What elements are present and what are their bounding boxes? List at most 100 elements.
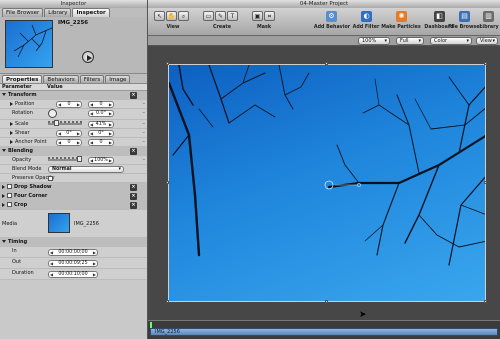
transform-handle-top-right[interactable] — [484, 62, 487, 65]
four-corner-checkbox[interactable] — [7, 193, 12, 198]
animation-menu-icon[interactable]: – — [143, 100, 146, 109]
shear-y-field[interactable]: ◀ 0° ▶ — [88, 130, 114, 137]
slider-knob[interactable] — [77, 156, 82, 162]
reset-icon[interactable]: × — [130, 193, 137, 200]
media-label: Media — [2, 221, 18, 227]
add-filter-icon[interactable]: ◐ — [361, 11, 372, 22]
parameter-column: Parameter — [2, 84, 32, 90]
anchor-y-field[interactable]: ◀ 0 ▶ — [88, 139, 114, 146]
add-behavior-icon[interactable]: ⚙ — [326, 11, 337, 22]
transform-handle-left[interactable] — [166, 181, 169, 184]
timing-group[interactable]: Timing — [0, 238, 147, 247]
view-options-select[interactable]: View — [476, 37, 498, 45]
tab-image[interactable]: Image — [105, 75, 131, 83]
position-y-field[interactable]: ◀ 0 ▶ — [88, 101, 114, 108]
animation-menu-icon[interactable]: – — [143, 138, 146, 147]
preserve-opacity-checkbox[interactable] — [48, 176, 53, 181]
disclosure-right-icon — [2, 202, 5, 207]
tab-behaviors[interactable]: Behaviors — [43, 75, 79, 83]
position-label: Position — [15, 101, 35, 107]
tab-filters[interactable]: Filters — [79, 75, 105, 83]
parameters-list: Transform × Position ◀ 0 ▶ ◀ 0 ▶ – Rotation … — [0, 91, 147, 280]
zoom-icon[interactable]: ⌕ — [178, 11, 189, 21]
transform-handle-top[interactable] — [325, 62, 328, 65]
out-timecode-field[interactable]: ◀ 00:00:09;25 ▶ — [48, 260, 98, 267]
four-corner-group[interactable]: Four Corner × — [0, 192, 147, 201]
disclosure-right-icon — [10, 101, 13, 106]
library-icon[interactable]: ▥ — [483, 11, 494, 22]
media-thumbnail[interactable] — [48, 213, 70, 233]
select-arrow-icon[interactable]: ↖ — [154, 11, 165, 21]
file-browser-button[interactable]: File Browser — [448, 25, 482, 30]
scale-field[interactable]: ◀ 41% ▶ — [88, 121, 114, 128]
dashboard-icon[interactable]: ◧ — [434, 11, 445, 22]
tab-library[interactable]: Library — [44, 8, 72, 17]
preview-area: IMG_2256 — [0, 17, 147, 74]
crop-group[interactable]: Crop × — [0, 201, 147, 210]
transform-handle-bottom-right[interactable] — [484, 300, 487, 303]
scale-slider[interactable] — [48, 120, 82, 126]
reset-icon[interactable]: × — [130, 202, 137, 209]
canvas-view-bar: 100% Full Color View — [148, 36, 500, 46]
play-button[interactable] — [82, 51, 94, 63]
animation-menu-icon[interactable]: – — [143, 129, 146, 138]
channel-select[interactable]: Color — [430, 37, 472, 45]
image-layer[interactable] — [168, 64, 486, 302]
shear-x-field[interactable]: ◀ 0° ▶ — [56, 130, 82, 137]
anchor-point-label: Anchor Point — [15, 139, 47, 145]
transform-group[interactable]: Transform × — [0, 91, 147, 100]
drop-shadow-group[interactable]: Drop Shadow × — [0, 183, 147, 192]
in-row: In ◀ 00:00:00;00 ▶ — [0, 247, 147, 258]
opacity-field[interactable]: ◀ 100% ▶ — [88, 157, 114, 164]
anchor-point-row: Anchor Point ◀ 0 ▶ ◀ 0 ▶ – — [0, 138, 147, 147]
timeline-clip-bar[interactable]: IMG_2256 — [150, 328, 498, 336]
view-tools-label: View — [166, 25, 180, 30]
preserve-opacity-row: Preserve Opacity — [0, 174, 147, 183]
mask-bezier-icon[interactable]: ⌗ — [264, 11, 275, 21]
crop-label: Crop — [14, 202, 28, 208]
animation-menu-icon[interactable]: – — [143, 156, 146, 165]
blend-mode-select[interactable]: Normal — [48, 166, 124, 173]
tab-properties[interactable]: Properties — [2, 75, 43, 83]
animation-menu-icon[interactable]: – — [143, 109, 146, 118]
reset-icon[interactable]: × — [130, 184, 137, 191]
canvas-stage[interactable] — [148, 46, 500, 320]
blending-group[interactable]: Blending × — [0, 147, 147, 156]
transform-handle-top-left[interactable] — [166, 62, 169, 65]
disclosure-right-icon — [2, 193, 5, 198]
bare-branches-image — [169, 65, 485, 266]
rotation-field[interactable]: ◀ 0.0° ▶ — [88, 110, 114, 117]
reset-icon[interactable]: × — [130, 148, 137, 155]
inspector-sub-tabs: Properties Behaviors Filters Image — [0, 74, 147, 84]
transform-handle-right[interactable] — [484, 181, 487, 184]
resolution-select[interactable]: Full — [396, 37, 424, 45]
reset-icon[interactable]: × — [130, 92, 137, 99]
tab-inspector[interactable]: Inspector — [72, 8, 110, 17]
transform-handle-bottom-left[interactable] — [166, 300, 169, 303]
create-tools-label: Create — [213, 25, 231, 30]
pan-hand-icon[interactable]: ✋ — [166, 11, 177, 21]
animation-menu-icon[interactable]: – — [143, 120, 146, 129]
anchor-x-field[interactable]: ◀ 0 ▶ — [56, 139, 82, 146]
in-timecode-field[interactable]: ◀ 00:00:00;00 ▶ — [48, 249, 98, 256]
rotation-label: Rotation — [12, 110, 33, 116]
media-row: Media IMG_2256 — [0, 210, 147, 238]
pen-icon[interactable]: ✎ — [215, 11, 226, 21]
make-particles-button[interactable]: Make Particles — [378, 25, 424, 30]
rectangle-icon[interactable]: ▭ — [203, 11, 214, 21]
file-browser-icon[interactable]: ▤ — [459, 11, 470, 22]
particles-icon[interactable]: ✺ — [396, 11, 407, 22]
drop-shadow-checkbox[interactable] — [7, 184, 12, 189]
rotation-dial[interactable] — [48, 109, 57, 118]
position-x-field[interactable]: ◀ 0 ▶ — [56, 101, 82, 108]
opacity-slider[interactable] — [48, 156, 82, 162]
crop-checkbox[interactable] — [7, 202, 12, 207]
slider-knob[interactable] — [54, 120, 59, 126]
mask-rectangle-icon[interactable]: ▣ — [252, 11, 263, 21]
text-icon[interactable]: T — [227, 11, 238, 21]
zoom-level-select[interactable]: 100% — [358, 37, 390, 45]
tab-file-browser[interactable]: File Browser — [2, 8, 44, 17]
duration-timecode-field[interactable]: ◀ 00:00:10;00 ▶ — [48, 271, 98, 278]
transform-handle-bottom[interactable] — [325, 300, 328, 303]
library-button[interactable]: Library — [478, 25, 500, 30]
